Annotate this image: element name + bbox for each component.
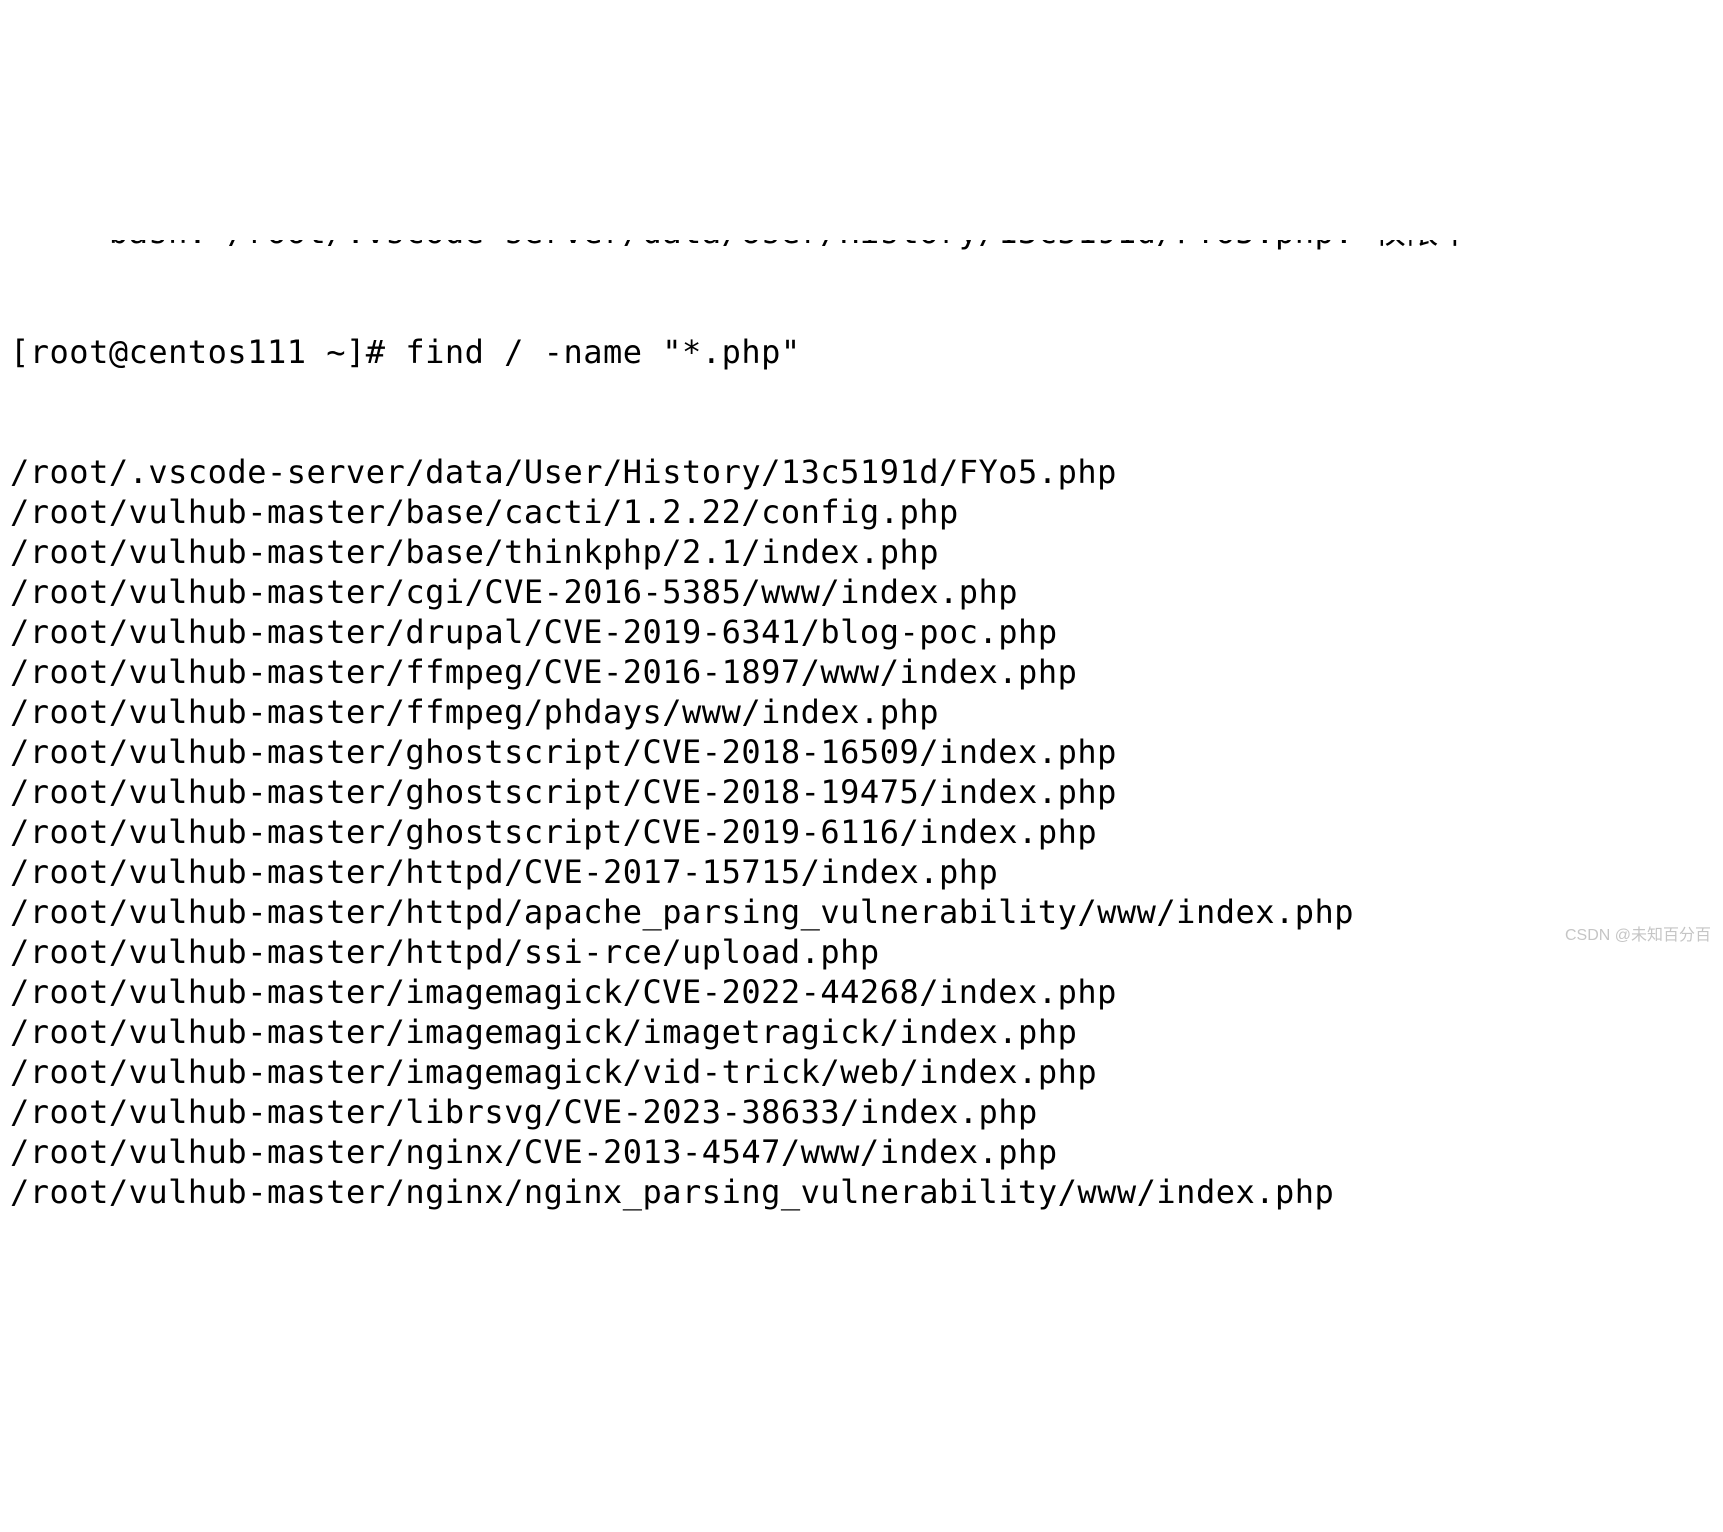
output-line: /root/vulhub-master/nginx/nginx_parsing_… — [10, 1172, 1713, 1212]
output-line: /root/vulhub-master/ghostscript/CVE-2018… — [10, 772, 1713, 812]
output-line: /root/vulhub-master/nginx/CVE-2013-4547/… — [10, 1132, 1713, 1172]
command-output: /root/.vscode-server/data/User/History/1… — [10, 452, 1713, 1212]
output-line: /root/vulhub-master/base/thinkphp/2.1/in… — [10, 532, 1713, 572]
output-line: /root/vulhub-master/httpd/CVE-2017-15715… — [10, 852, 1713, 892]
shell-prompt: [root@centos111 ~]# — [10, 333, 405, 371]
output-line: /root/vulhub-master/imagemagick/imagetra… — [10, 1012, 1713, 1052]
output-line: /root/vulhub-master/httpd/ssi-rce/upload… — [10, 932, 1713, 972]
output-line: /root/vulhub-master/drupal/CVE-2019-6341… — [10, 612, 1713, 652]
output-line: /root/vulhub-master/base/cacti/1.2.22/co… — [10, 492, 1713, 532]
output-line: /root/.vscode-server/data/User/History/1… — [10, 452, 1713, 492]
output-line: /root/vulhub-master/imagemagick/CVE-2022… — [10, 972, 1713, 1012]
command-text: find / -name "*.php" — [405, 333, 800, 371]
partial-previous-line: -bash: /root/.vscode-server/data/User/Hi… — [10, 240, 1713, 252]
output-line: /root/vulhub-master/imagemagick/vid-tric… — [10, 1052, 1713, 1092]
command-line: [root@centos111 ~]# find / -name "*.php" — [10, 332, 1713, 372]
terminal-window[interactable]: -bash: /root/.vscode-server/data/User/Hi… — [10, 160, 1713, 1252]
output-line: /root/vulhub-master/httpd/apache_parsing… — [10, 892, 1713, 932]
output-line: /root/vulhub-master/ffmpeg/CVE-2016-1897… — [10, 652, 1713, 692]
output-line: /root/vulhub-master/ghostscript/CVE-2018… — [10, 732, 1713, 772]
output-line: /root/vulhub-master/cgi/CVE-2016-5385/ww… — [10, 572, 1713, 612]
watermark-text: CSDN @未知百分百 — [1565, 926, 1711, 946]
output-line: /root/vulhub-master/librsvg/CVE-2023-386… — [10, 1092, 1713, 1132]
output-line: /root/vulhub-master/ghostscript/CVE-2019… — [10, 812, 1713, 852]
output-line: /root/vulhub-master/ffmpeg/phdays/www/in… — [10, 692, 1713, 732]
